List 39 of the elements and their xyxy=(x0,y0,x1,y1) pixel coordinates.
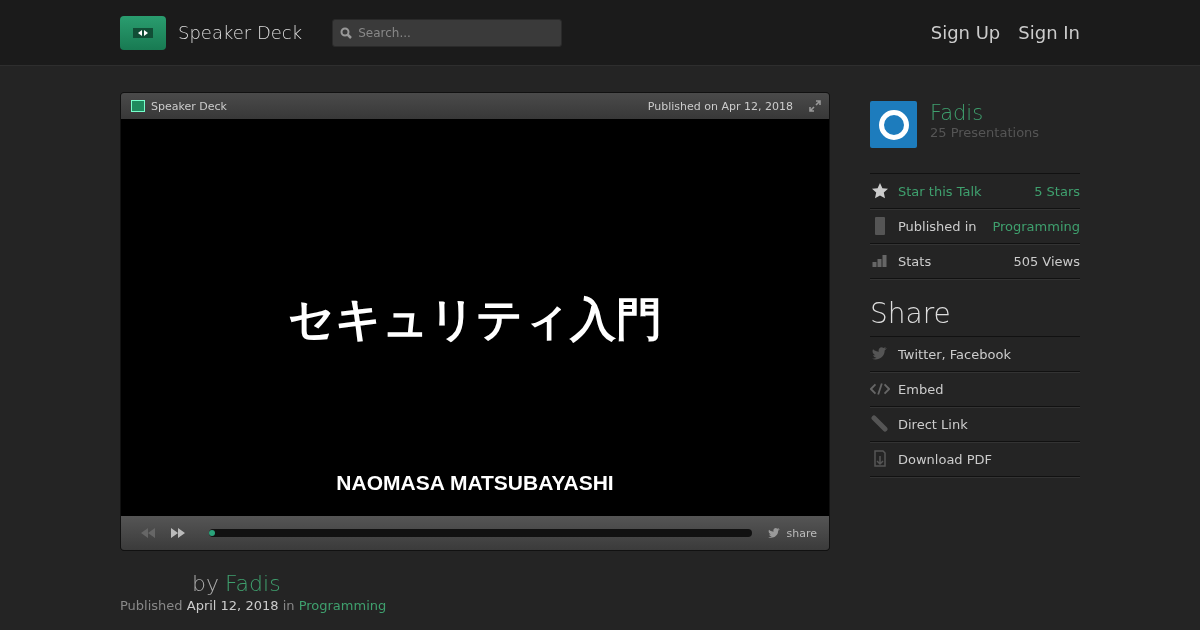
logo-icon xyxy=(131,100,145,112)
fast-forward-icon[interactable] xyxy=(171,528,185,538)
logo-icon[interactable] xyxy=(120,15,166,50)
nav-link[interactable]: Sign Up xyxy=(930,22,1001,43)
share-option[interactable]: Download PDF xyxy=(898,451,993,467)
published-label: Published xyxy=(120,598,183,613)
nav-link[interactable]: Sign In xyxy=(1018,22,1080,43)
meta-label[interactable]: Star this Talk xyxy=(898,183,982,199)
share-link[interactable]: share xyxy=(786,526,817,540)
category-link[interactable]: Programming xyxy=(298,598,387,613)
avatar[interactable] xyxy=(870,101,917,148)
user-name[interactable]: Fadis xyxy=(930,101,1040,125)
slide-title: セキュリティ入門 xyxy=(288,291,662,348)
progress-track[interactable] xyxy=(209,529,752,537)
progress-thumb[interactable] xyxy=(209,530,215,536)
meta-label: Stats xyxy=(898,253,932,269)
expand-icon[interactable] xyxy=(809,100,821,112)
share-option[interactable]: Twitter, Facebook xyxy=(898,346,1011,362)
publish-date: April 12, 2018 xyxy=(186,598,279,613)
published-date: Published on Apr 12, 2018 xyxy=(647,99,793,113)
in-label: in xyxy=(282,598,295,613)
share-option[interactable]: Direct Link xyxy=(898,416,968,432)
brand-name[interactable]: Speaker Deck xyxy=(178,22,303,43)
by-label: by xyxy=(192,571,219,596)
code-icon xyxy=(870,383,890,395)
share-option[interactable]: Embed xyxy=(898,381,944,397)
bird-icon xyxy=(767,527,781,539)
share-heading: Share xyxy=(870,297,952,330)
player-brand: Speaker Deck xyxy=(151,99,227,113)
bar-chart-icon xyxy=(870,255,890,267)
search-field[interactable]: Search... xyxy=(332,18,563,47)
slide-author: NAOMASA MATSUBAYASHI xyxy=(336,471,614,495)
star-icon xyxy=(870,183,890,199)
meta-value: Programming xyxy=(992,218,1080,234)
author-link[interactable]: Fadis xyxy=(225,571,281,596)
bird-icon xyxy=(870,347,890,361)
meta-value: 505 Views xyxy=(1013,253,1080,269)
meta-label: Published in xyxy=(898,218,977,234)
meta-value: 5 Stars xyxy=(1034,183,1080,199)
